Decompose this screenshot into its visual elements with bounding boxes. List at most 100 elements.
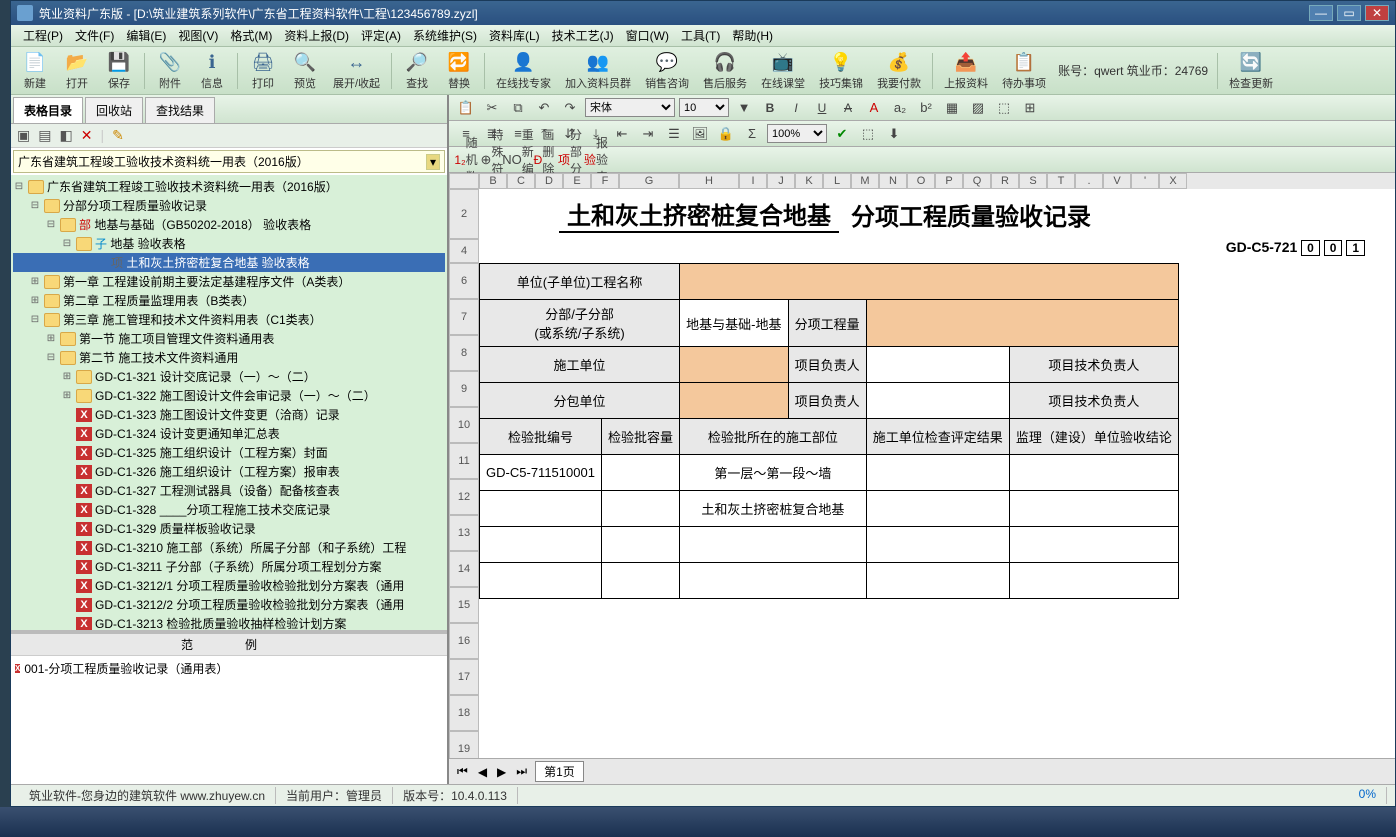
row-14[interactable]: 14 [449, 551, 479, 587]
special-char-button[interactable]: ⊕ 特殊符号 [481, 150, 503, 170]
image-icon[interactable]: 🖼 [689, 124, 711, 144]
menu-item-6[interactable]: 评定(A) [355, 25, 407, 46]
tree-btn-2[interactable]: ▤ [38, 127, 51, 144]
tree-doc-13[interactable]: XGD-C1-3213 检验批质量验收抽样检验计划方案 [13, 614, 445, 630]
col-E[interactable]: E [563, 173, 591, 189]
lock-icon[interactable]: 🔒 [715, 124, 737, 144]
col-Q[interactable]: Q [963, 173, 991, 189]
toolbar-替换[interactable]: 🔁替换 [439, 49, 479, 93]
tree-doc-2[interactable]: XGD-C1-323 施工图设计文件变更（洽商）记录 [13, 405, 445, 424]
col-M[interactable]: M [851, 173, 879, 189]
superscript-button[interactable]: b² [915, 98, 937, 118]
tree-n3[interactable]: ⊞第二章 工程质量监理用表（B类表） [13, 291, 445, 310]
fill-icon[interactable]: ▨ [967, 98, 989, 118]
underline-button[interactable]: U [811, 98, 833, 118]
toolbar-预览[interactable]: 🔍预览 [285, 49, 325, 93]
tree-doc-5[interactable]: XGD-C1-326 施工组织设计（工程方案）报审表 [13, 462, 445, 481]
row-7[interactable]: 7 [449, 299, 479, 335]
row-17[interactable]: 17 [449, 659, 479, 695]
split-icon[interactable]: ⊞ [1019, 98, 1041, 118]
menu-item-3[interactable]: 视图(V) [172, 25, 224, 46]
tree-doc-12[interactable]: XGD-C1-3212/2 分项工程质量验收检验批划分方案表（通用 [13, 595, 445, 614]
inspection-button[interactable]: 验报验表 [585, 150, 607, 170]
menu-item-2[interactable]: 编辑(E) [120, 25, 172, 46]
row-15[interactable]: 15 [449, 587, 479, 623]
tree-n4[interactable]: ⊟第三章 施工管理和技术文件资料用表（C1类表） [13, 310, 445, 329]
sheet-tab-page1[interactable]: 第1页 [535, 761, 584, 782]
toolbar-在线课堂[interactable]: 📺在线课堂 [755, 49, 811, 93]
row-9[interactable]: 9 [449, 371, 479, 407]
tree-selected[interactable]: 项 土和灰土挤密桩复合地基 验收表格 [13, 253, 445, 272]
sheet-next-icon[interactable]: ▶ [495, 765, 508, 779]
font-color-icon[interactable]: ▼ [733, 98, 755, 118]
tab-search-results[interactable]: 查找结果 [145, 97, 215, 123]
col-T[interactable]: T [1047, 173, 1075, 189]
tree-n2[interactable]: ⊞第一章 工程建设前期主要法定基建程序文件（A类表） [13, 272, 445, 291]
tree-btn-3[interactable]: ◧ [59, 127, 72, 144]
col-B[interactable]: B [479, 173, 507, 189]
close-button[interactable]: ✕ [1365, 5, 1389, 21]
tree-doc-10[interactable]: XGD-C1-3211 子分部（子系统）所属分项工程划分方案 [13, 557, 445, 576]
export-icon[interactable]: ⬇ [883, 124, 905, 144]
list-icon[interactable]: ☰ [663, 124, 685, 144]
row-13[interactable]: 13 [449, 515, 479, 551]
col-X[interactable]: X [1159, 173, 1187, 189]
toolbar-加入资料员群[interactable]: 👥加入资料员群 [559, 49, 637, 93]
tree-doc-1[interactable]: ⊞GD-C1-322 施工图设计文件会审记录（一）～（二） [13, 386, 445, 405]
col-K[interactable]: K [795, 173, 823, 189]
renumber-button[interactable]: NO 重新编号 [507, 150, 529, 170]
tree-doc-6[interactable]: XGD-C1-327 工程测试器具（设备）配备核查表 [13, 481, 445, 500]
col-I[interactable]: I [739, 173, 767, 189]
tree-doc-0[interactable]: ⊞GD-C1-321 设计交底记录（一）～（二） [13, 367, 445, 386]
row-16[interactable]: 16 [449, 623, 479, 659]
bold-button[interactable]: B [759, 98, 781, 118]
col-O[interactable]: O [907, 173, 935, 189]
menu-item-7[interactable]: 系统维护(S) [407, 25, 483, 46]
redo-icon[interactable]: ↷ [559, 98, 581, 118]
row-2[interactable]: 2 [449, 189, 479, 239]
tree-doc-8[interactable]: XGD-C1-329 质量样板验收记录 [13, 519, 445, 538]
dropdown-arrow-icon[interactable]: ▾ [426, 154, 440, 170]
toolbar-销售咨询[interactable]: 💬销售咨询 [639, 49, 695, 93]
subscript-button[interactable]: a₂ [889, 98, 911, 118]
col-J[interactable]: J [767, 173, 795, 189]
strikethrough-button[interactable]: Ð 画删除线 [533, 150, 555, 170]
toolbar-查找[interactable]: 🔎查找 [397, 49, 437, 93]
tree-doc-9[interactable]: XGD-C1-3210 施工部（系统）所属子分部（和子系统）工程 [13, 538, 445, 557]
row-6[interactable]: 6 [449, 263, 479, 299]
col-L[interactable]: L [823, 173, 851, 189]
zoom-select[interactable]: 100% [767, 124, 827, 143]
maximize-button[interactable]: ▭ [1337, 5, 1361, 21]
toolbar-新建[interactable]: 📄新建 [15, 49, 55, 93]
check-update-button[interactable]: 🔄检查更新 [1223, 49, 1279, 93]
toolbar-技巧集锦[interactable]: 💡技巧集锦 [813, 49, 869, 93]
menu-item-1[interactable]: 文件(F) [69, 25, 120, 46]
sigma-icon[interactable]: Σ [741, 124, 763, 144]
toolbar-展开/收起[interactable]: ↔展开/收起 [327, 49, 386, 93]
row-8[interactable]: 8 [449, 335, 479, 371]
row-18[interactable]: 18 [449, 695, 479, 731]
tree-btn-1[interactable]: ▣ [17, 127, 30, 144]
col-H[interactable]: H [679, 173, 739, 189]
sheet-first-icon[interactable]: ⏮ [455, 764, 470, 779]
toolbar-打印[interactable]: 🖨打印 [243, 49, 283, 93]
tree-n1-1-1[interactable]: ⊟子 地基 验收表格 [13, 234, 445, 253]
toolbar-上报资料[interactable]: 📤上报资料 [938, 49, 994, 93]
tree-delete-icon[interactable]: ✕ [81, 127, 93, 144]
tool-icon[interactable]: ⬚ [857, 124, 879, 144]
copy-icon[interactable]: ⧉ [507, 98, 529, 118]
tree-doc-7[interactable]: XGD-C1-328 ____分项工程施工技术交底记录 [13, 500, 445, 519]
col-N[interactable]: N [879, 173, 907, 189]
tree-root[interactable]: ⊟广东省建筑工程竣工验收技术资料统一用表（2016版） [13, 177, 445, 196]
menu-item-5[interactable]: 资料上报(D) [278, 25, 355, 46]
col-G[interactable]: G [619, 173, 679, 189]
col-V[interactable]: V [1103, 173, 1131, 189]
row-4[interactable]: 4 [449, 239, 479, 263]
menu-item-0[interactable]: 工程(P) [17, 25, 69, 46]
toolbar-我要付款[interactable]: 💰我要付款 [871, 49, 927, 93]
font-a-button[interactable]: A [863, 98, 885, 118]
template-dropdown[interactable]: 广东省建筑工程竣工验收技术资料统一用表（2016版） ▾ [13, 150, 445, 173]
paste-icon[interactable]: 📋 [455, 98, 477, 118]
toolbar-待办事项[interactable]: 📋待办事项 [996, 49, 1052, 93]
tree-brush-icon[interactable]: ✎ [112, 127, 124, 144]
